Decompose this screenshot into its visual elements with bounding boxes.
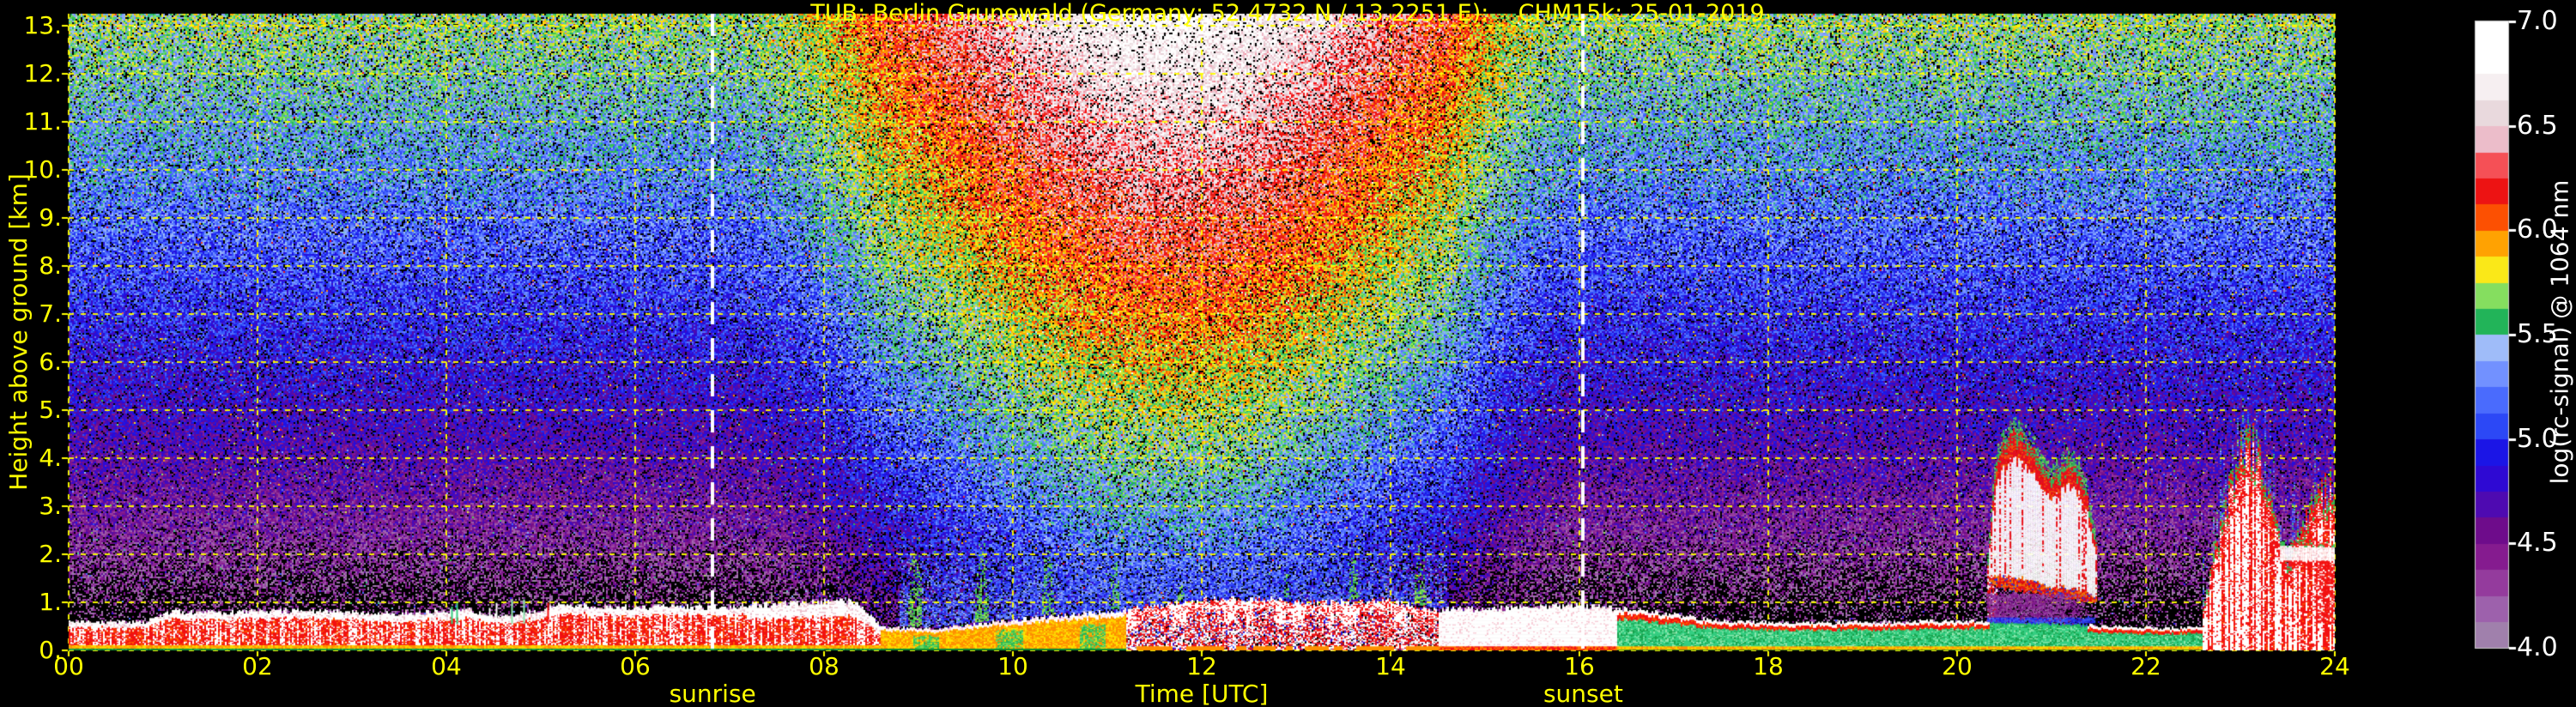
x-tick-label: 02 <box>242 652 273 680</box>
y-tick-label: 4. <box>39 444 62 472</box>
y-tick-label: 7. <box>39 299 62 328</box>
colorbar-label: log(rc-signal) @ 1064 nm <box>2545 179 2574 485</box>
x-tick-label: 06 <box>620 652 651 680</box>
y-tick-label: 6. <box>39 347 62 376</box>
x-tick-label: 10 <box>997 652 1028 680</box>
x-tick-label: 14 <box>1375 652 1406 680</box>
x-tick-label: 18 <box>1753 652 1784 680</box>
ceilometer-heatmap-canvas <box>0 0 2576 707</box>
x-tick-label: 20 <box>1942 652 1973 680</box>
colorbar-tick-label: 6.5 <box>2517 110 2558 141</box>
y-tick-label: 8. <box>39 251 62 280</box>
sunrise-annotation: sunrise <box>669 680 756 707</box>
x-tick-label: 04 <box>431 652 462 680</box>
y-tick-label: 0. <box>39 636 62 664</box>
y-tick-label: 12. <box>23 59 62 88</box>
ceilometer-quicklook-figure: TUB: Berlin Grunewald (Germany; 52.4732 … <box>0 0 2576 707</box>
chart-title: TUB: Berlin Grunewald (Germany; 52.4732 … <box>810 0 1765 27</box>
x-tick-label: 16 <box>1564 652 1595 680</box>
x-axis-label: Time [UTC] <box>1135 680 1269 707</box>
sunset-annotation: sunset <box>1543 680 1623 707</box>
x-tick-label: 24 <box>2319 652 2350 680</box>
y-tick-label: 5. <box>39 396 62 424</box>
y-tick-label: 1. <box>39 588 62 616</box>
colorbar-tick-label: 4.5 <box>2517 528 2558 559</box>
x-tick-label: 12 <box>1186 652 1217 680</box>
x-tick-label: 22 <box>2131 652 2161 680</box>
x-tick-label: 08 <box>809 652 839 680</box>
colorbar-tick-label: 4.0 <box>2517 632 2558 662</box>
y-tick-label: 3. <box>39 492 62 520</box>
colorbar-tick-label: 7.0 <box>2517 6 2558 36</box>
y-tick-label: 13. <box>23 11 62 39</box>
y-tick-label: 11. <box>23 107 62 136</box>
y-tick-label: 9. <box>39 203 62 232</box>
y-tick-label: 2. <box>39 540 62 568</box>
y-tick-label: 10. <box>23 155 62 184</box>
